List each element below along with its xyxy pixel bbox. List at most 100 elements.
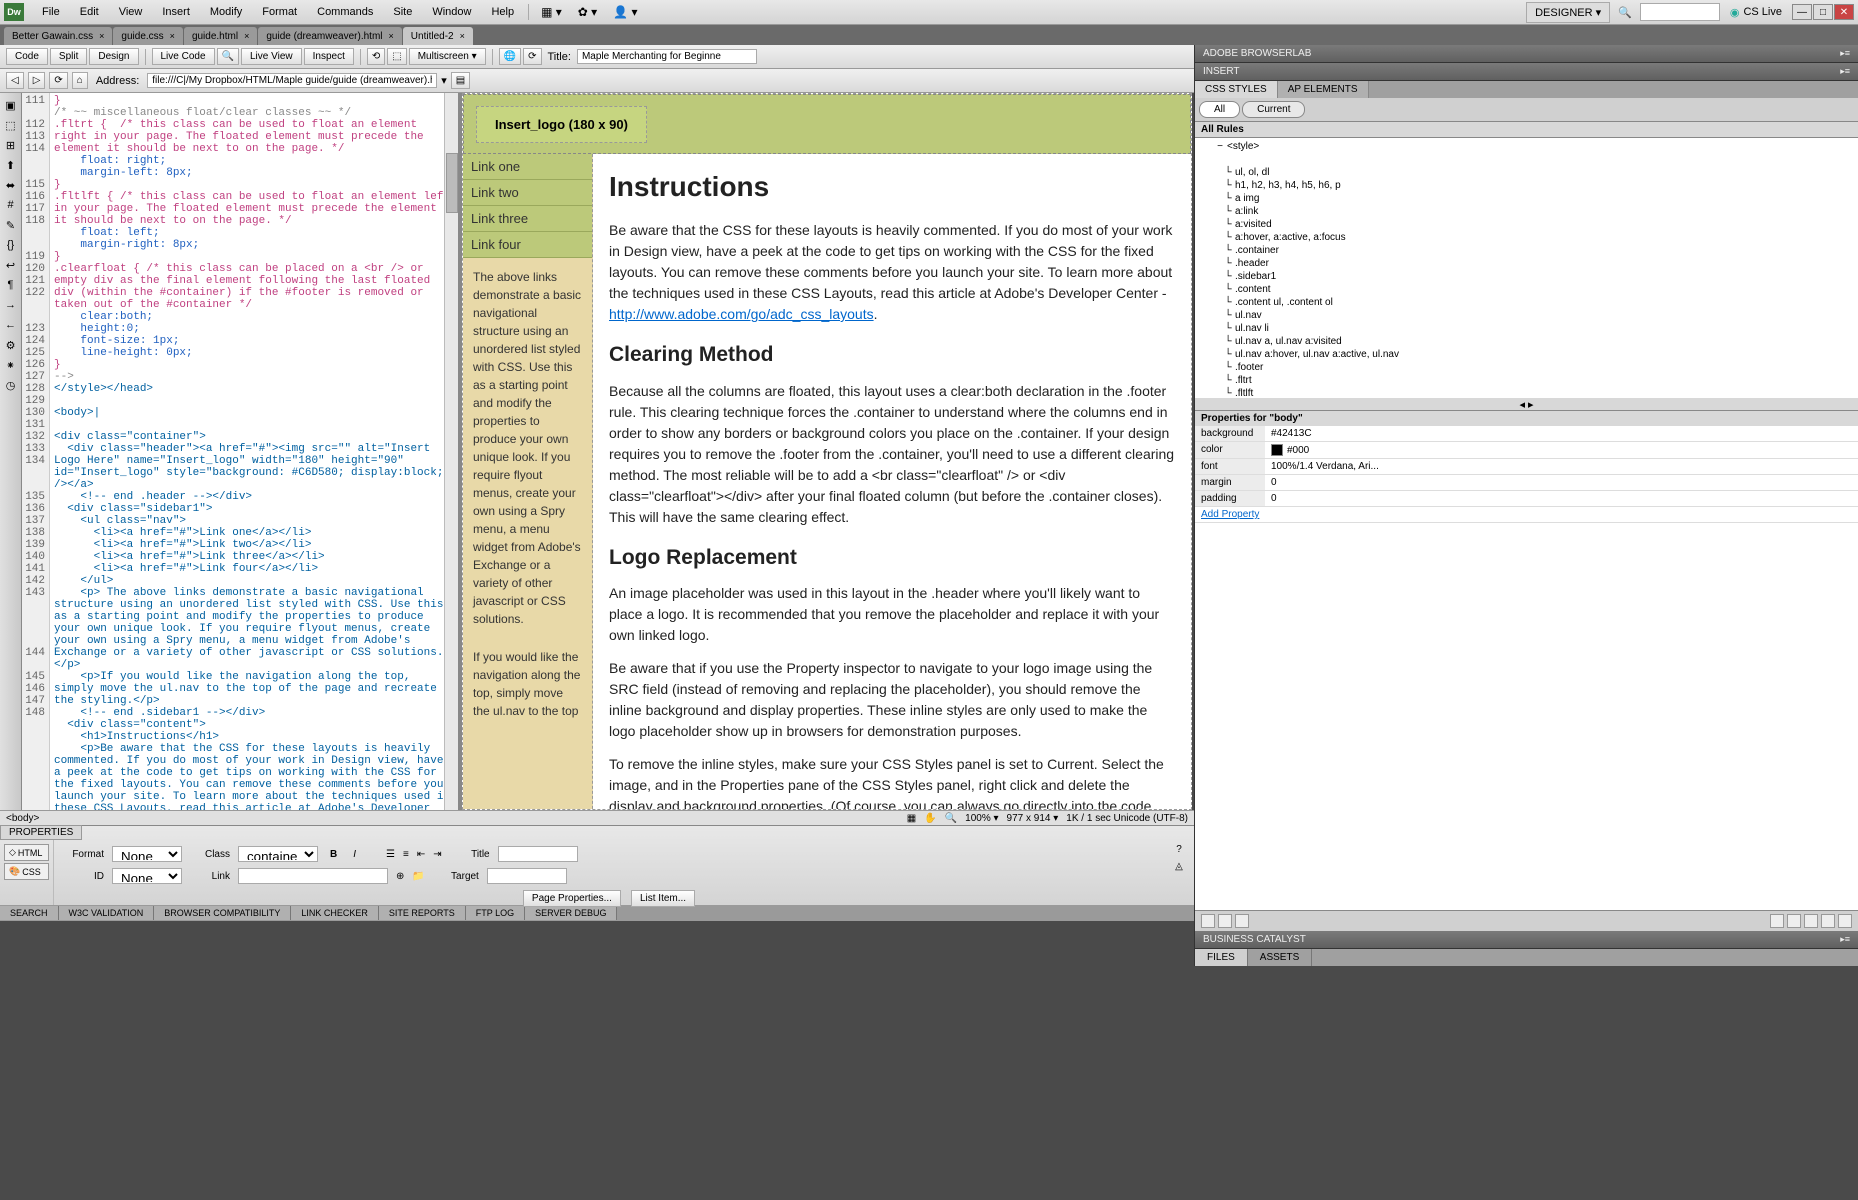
edit-rule-icon[interactable]	[1804, 914, 1818, 928]
tab-css-styles[interactable]: CSS STYLES	[1195, 81, 1278, 98]
split-view-button[interactable]: Split	[50, 48, 87, 65]
ul-button[interactable]: ☰	[386, 849, 395, 860]
menu-modify[interactable]: Modify	[200, 2, 252, 22]
menu-commands[interactable]: Commands	[307, 2, 383, 22]
id-select[interactable]: None	[112, 868, 182, 884]
results-tab[interactable]: SERVER DEBUG	[525, 906, 617, 920]
category-view-icon[interactable]	[1201, 914, 1215, 928]
open-docs-icon[interactable]: ▣	[3, 97, 19, 113]
close-icon[interactable]: ×	[389, 31, 394, 41]
nav-link[interactable]: Link three	[463, 206, 592, 232]
close-icon[interactable]: ×	[460, 31, 465, 41]
title-input[interactable]	[498, 846, 578, 862]
css-rule-node[interactable]: └.header	[1197, 257, 1856, 270]
css-property-row[interactable]: font100%/1.4 Verdana, Ari...	[1195, 459, 1858, 475]
add-property-link[interactable]: Add Property	[1195, 507, 1265, 522]
expand-icon[interactable]: ⊞	[3, 137, 19, 153]
nav-link[interactable]: Link four	[463, 232, 592, 258]
maximize-button[interactable]: □	[1813, 4, 1833, 20]
css-rule-node[interactable]: └ul.nav a:hover, ul.nav a:active, ul.nav	[1197, 348, 1856, 361]
tab-ap-elements[interactable]: AP ELEMENTS	[1278, 81, 1369, 98]
css-property-row[interactable]: color#000	[1195, 442, 1858, 459]
menu-site[interactable]: Site	[383, 2, 422, 22]
nav-icon[interactable]: ⟲	[367, 48, 385, 65]
menu-view[interactable]: View	[109, 2, 153, 22]
home-icon[interactable]: ⌂	[72, 72, 88, 89]
outdent-button[interactable]: ⇤	[417, 849, 425, 860]
code-editor[interactable]: }/* ~~ miscellaneous float/clear classes…	[50, 93, 458, 810]
html-props-button[interactable]: ◇HTML	[4, 844, 49, 861]
extend-icon[interactable]: ✿ ▾	[572, 3, 603, 21]
doc-tab[interactable]: guide.html×	[184, 27, 257, 45]
results-tab[interactable]: SEARCH	[0, 906, 59, 920]
title-input[interactable]	[577, 49, 757, 64]
css-rule-node[interactable]: └.content	[1197, 283, 1856, 296]
browse-icon[interactable]: 📁	[412, 871, 424, 882]
close-icon[interactable]: ×	[244, 31, 249, 41]
quick-tag-icon[interactable]: ◬	[1175, 861, 1183, 872]
css-rules-tree[interactable]: −<style>└body└ul, ol, dl└h1, h2, h3, h4,…	[1195, 138, 1858, 398]
business-catalyst-header[interactable]: BUSINESS CATALYST▸≡	[1195, 931, 1858, 949]
code-view[interactable]: 1111121131141151161171181191201211221231…	[22, 93, 462, 810]
css-all-tab[interactable]: All	[1199, 101, 1240, 118]
new-rule-icon[interactable]	[1787, 914, 1801, 928]
menu-edit[interactable]: Edit	[70, 2, 109, 22]
css-rule-node[interactable]: └.fltlft	[1197, 387, 1856, 398]
hidden-chars-icon[interactable]: ¶	[3, 277, 19, 293]
scroll-icon[interactable]: ◂ ▸	[1519, 398, 1533, 411]
results-tab[interactable]: SITE REPORTS	[379, 906, 466, 920]
bold-button[interactable]: B	[326, 849, 341, 860]
hand-tool-icon[interactable]: ✋	[924, 813, 936, 824]
doc-tab[interactable]: guide (dreamweaver).html×	[258, 27, 401, 45]
close-icon[interactable]: ×	[99, 31, 104, 41]
insert-panel-header[interactable]: INSERT▸≡	[1195, 63, 1858, 81]
css-rule-node[interactable]: └.fltrt	[1197, 374, 1856, 387]
css-rule-node[interactable]: └.sidebar1	[1197, 270, 1856, 283]
results-tab[interactable]: LINK CHECKER	[291, 906, 379, 920]
forward-icon[interactable]: ▷	[28, 72, 46, 89]
menu-file[interactable]: File	[32, 2, 70, 22]
browserlab-panel-header[interactable]: ADOBE BROWSERLAB▸≡	[1195, 45, 1858, 63]
menu-window[interactable]: Window	[422, 2, 481, 22]
css-rule-node[interactable]: −<style>	[1197, 140, 1856, 153]
workspace-switcher[interactable]: DESIGNER ▾	[1526, 2, 1610, 23]
doc-tab-active[interactable]: Untitled-2×	[403, 27, 473, 45]
window-size[interactable]: 977 x 914 ▾	[1007, 813, 1059, 824]
class-select[interactable]: container	[238, 846, 318, 862]
browser-icon[interactable]: 🌐	[499, 48, 521, 65]
cs-live[interactable]: ◉CS Live	[1724, 4, 1788, 21]
options-icon[interactable]: ▤	[451, 72, 470, 89]
css-property-row[interactable]: background#42413C	[1195, 426, 1858, 442]
nav-link[interactable]: Link two	[463, 180, 592, 206]
line-numbers-icon[interactable]: #	[3, 197, 19, 213]
close-icon[interactable]: ×	[170, 31, 175, 41]
target-input[interactable]	[487, 868, 567, 884]
doc-tab[interactable]: guide.css×	[113, 27, 183, 45]
menu-insert[interactable]: Insert	[152, 2, 200, 22]
disable-icon[interactable]	[1821, 914, 1835, 928]
multiscreen-button[interactable]: Multiscreen ▾	[409, 48, 486, 65]
select-parent-icon[interactable]: ⬆	[3, 157, 19, 173]
livecode-button[interactable]: Live Code	[152, 48, 215, 65]
indent-icon[interactable]: →	[3, 297, 19, 313]
outdent-icon[interactable]: ←	[3, 317, 19, 333]
css-rule-node[interactable]: └a img	[1197, 192, 1856, 205]
css-rule-node[interactable]: └.container	[1197, 244, 1856, 257]
collapse-icon[interactable]: ▸≡	[1840, 48, 1850, 59]
tab-files[interactable]: FILES	[1195, 949, 1248, 966]
search-icon[interactable]: 🔍	[1614, 6, 1636, 19]
css-rule-node[interactable]: └ul.nav	[1197, 309, 1856, 322]
address-input[interactable]	[147, 73, 437, 88]
liveview-button[interactable]: Live View	[241, 48, 302, 65]
refresh-icon[interactable]: ⟳	[523, 48, 541, 65]
results-tab[interactable]: W3C VALIDATION	[59, 906, 155, 920]
indent-button[interactable]: ⇥	[433, 849, 441, 860]
tab-assets[interactable]: ASSETS	[1248, 949, 1312, 966]
balance-icon[interactable]: ⬌	[3, 177, 19, 193]
results-tab[interactable]: FTP LOG	[466, 906, 525, 920]
delete-rule-icon[interactable]	[1838, 914, 1852, 928]
syntax-icon[interactable]: {}	[3, 237, 19, 253]
scrollbar[interactable]	[444, 93, 458, 810]
select-tool-icon[interactable]: ▦	[907, 813, 916, 824]
page-properties-button[interactable]: Page Properties...	[523, 890, 621, 907]
